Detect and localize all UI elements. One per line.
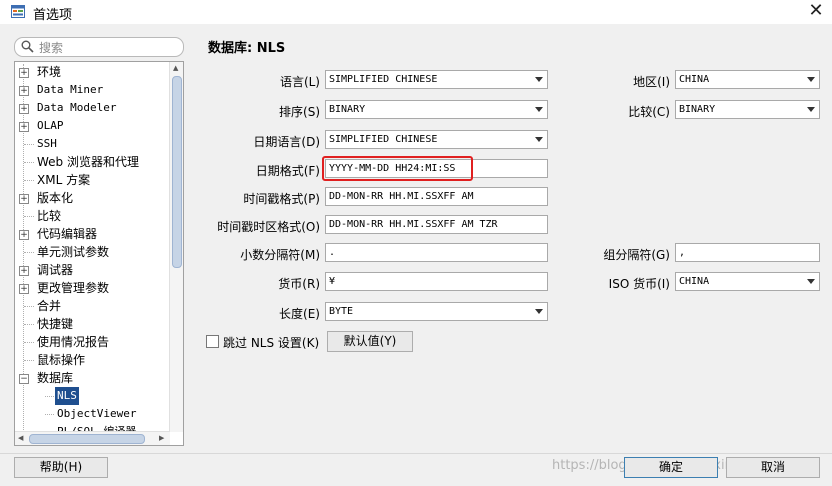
nls-settings-panel: 数据库: NLS 语言(L) SIMPLIFIED CHINESE 地区(I) …	[200, 32, 832, 454]
scroll-left-icon[interactable]: ◀	[18, 434, 23, 442]
collapse-icon[interactable]: −	[19, 374, 29, 384]
length-label: 长度(E)	[279, 307, 320, 321]
currency-input[interactable]: ¥	[325, 272, 548, 291]
dropdown-arrow-icon	[807, 107, 815, 112]
timestamp-format-input[interactable]: DD-MON-RR HH.MI.SSXFF AM	[325, 187, 548, 206]
dropdown-arrow-icon	[807, 77, 815, 82]
tree-horizontal-scroll-thumb[interactable]	[29, 434, 145, 444]
territory-label: 地区(I)	[633, 75, 670, 89]
help-button[interactable]: 帮助(H)	[14, 457, 108, 478]
date-format-label: 日期格式(F)	[255, 164, 320, 178]
decimal-separator-input[interactable]: .	[325, 243, 548, 262]
territory-select[interactable]: CHINA	[675, 70, 820, 89]
close-icon[interactable]: ✕	[806, 0, 826, 22]
search-icon	[21, 40, 34, 53]
dropdown-arrow-icon	[535, 107, 543, 112]
preferences-tree[interactable]: + 环境 + Data Miner + Data Modeler + OLAP …	[14, 61, 184, 446]
title-bar: 首选项 ✕	[0, 0, 832, 24]
expand-icon[interactable]: +	[19, 86, 29, 96]
ok-button[interactable]: 确定	[624, 457, 718, 478]
timestamp-tz-format-label: 时间戳时区格式(O)	[217, 220, 320, 234]
expand-icon[interactable]: +	[19, 230, 29, 240]
app-icon	[11, 5, 25, 18]
iso-currency-select[interactable]: CHINA	[675, 272, 820, 291]
expand-icon[interactable]: +	[19, 104, 29, 114]
skip-nls-checkbox[interactable]	[206, 335, 219, 348]
date-language-label: 日期语言(D)	[253, 135, 320, 149]
date-format-highlight	[322, 156, 473, 181]
group-separator-input[interactable]: ,	[675, 243, 820, 262]
dropdown-arrow-icon	[535, 77, 543, 82]
sort-label: 排序(S)	[279, 105, 320, 119]
search-box[interactable]: 搜索	[14, 37, 184, 57]
timestamp-format-label: 时间戳格式(P)	[243, 192, 320, 206]
search-input[interactable]: 搜索	[39, 39, 63, 56]
expand-icon[interactable]: +	[19, 68, 29, 78]
expand-icon[interactable]: +	[19, 122, 29, 132]
defaults-button[interactable]: 默认值(Y)	[327, 331, 413, 352]
timestamp-tz-format-input[interactable]: DD-MON-RR HH.MI.SSXFF AM TZR	[325, 215, 548, 234]
skip-nls-label: 跳过 NLS 设置(K)	[223, 336, 320, 350]
page-title: 数据库: NLS	[208, 41, 286, 56]
dropdown-arrow-icon	[807, 279, 815, 284]
date-language-select[interactable]: SIMPLIFIED CHINESE	[325, 130, 548, 149]
cancel-button[interactable]: 取消	[726, 457, 820, 478]
tree-horizontal-scrollbar[interactable]: ◀ ▶	[15, 431, 170, 445]
tree-vertical-scrollbar[interactable]: ▲	[169, 62, 183, 432]
language-select[interactable]: SIMPLIFIED CHINESE	[325, 70, 548, 89]
window-title: 首选项	[33, 8, 73, 23]
tree-vertical-scroll-thumb[interactable]	[172, 76, 182, 268]
comparison-label: 比较(C)	[628, 105, 670, 119]
sort-select[interactable]: BINARY	[325, 100, 548, 119]
decimal-separator-label: 小数分隔符(M)	[240, 248, 320, 262]
length-select[interactable]: BYTE	[325, 302, 548, 321]
scroll-up-icon[interactable]: ▲	[173, 64, 178, 72]
dropdown-arrow-icon	[535, 309, 543, 314]
iso-currency-label: ISO 货币(I)	[608, 277, 670, 291]
footer-divider	[0, 453, 832, 454]
dropdown-arrow-icon	[535, 137, 543, 142]
group-separator-label: 组分隔符(G)	[603, 248, 670, 262]
currency-label: 货币(R)	[278, 277, 320, 291]
expand-icon[interactable]: +	[19, 266, 29, 276]
comparison-select[interactable]: BINARY	[675, 100, 820, 119]
scroll-right-icon[interactable]: ▶	[159, 434, 164, 442]
expand-icon[interactable]: +	[19, 284, 29, 294]
language-label: 语言(L)	[279, 75, 320, 89]
expand-icon[interactable]: +	[19, 194, 29, 204]
